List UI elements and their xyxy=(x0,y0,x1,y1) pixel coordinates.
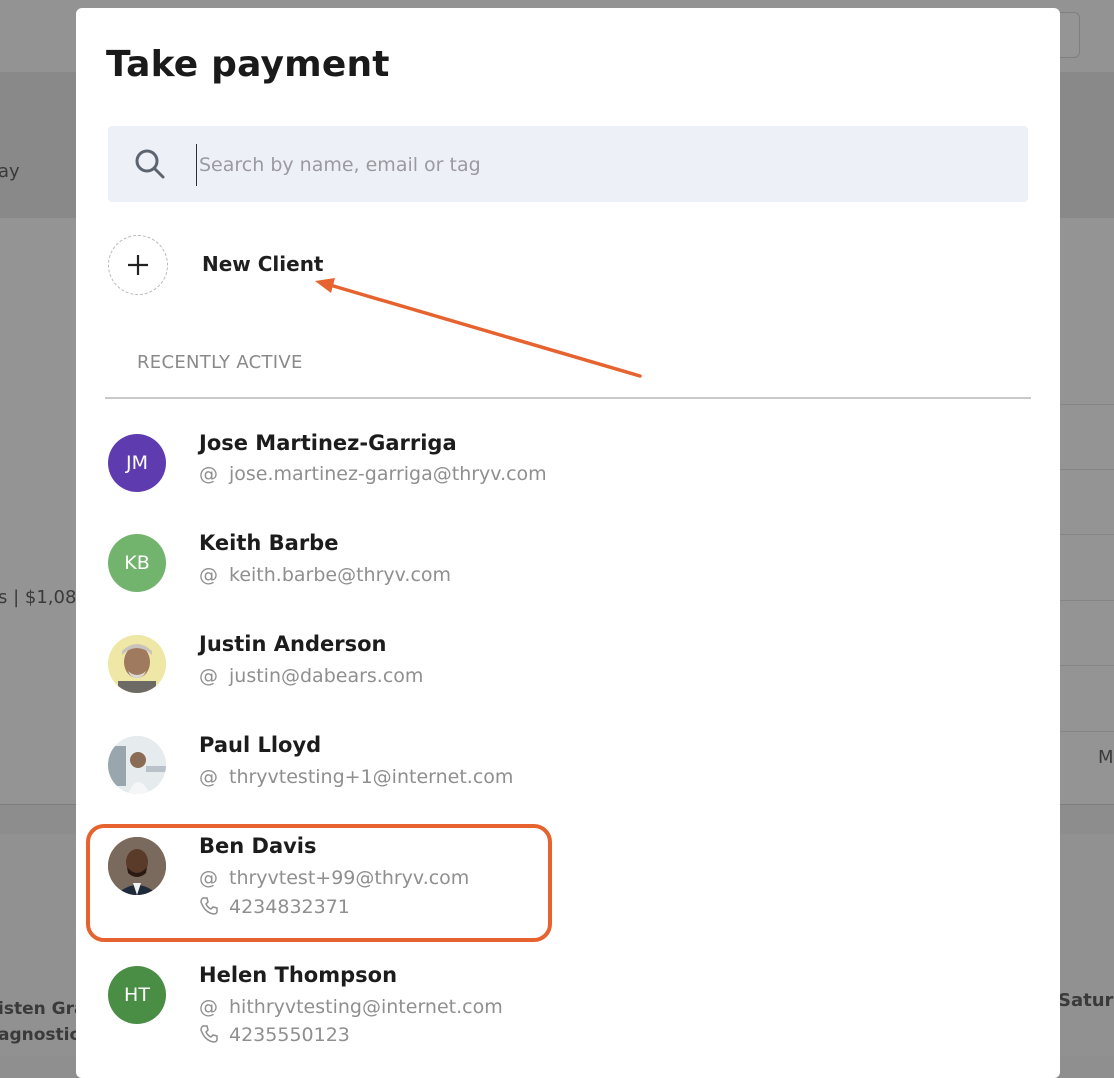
client-email: justin@dabears.com xyxy=(229,665,424,687)
avatar: JM xyxy=(108,434,166,492)
avatar: HT xyxy=(108,966,166,1024)
at-icon: @ xyxy=(199,564,218,586)
plus-icon xyxy=(128,255,148,275)
new-client-label: New Client xyxy=(202,252,324,276)
at-icon: @ xyxy=(199,463,218,485)
new-client-button[interactable]: New Client xyxy=(108,235,368,297)
avatar-initials: KB xyxy=(124,552,150,574)
background-divider xyxy=(1058,534,1114,535)
avatar: KB xyxy=(108,534,166,592)
background-text: s | $1,08 xyxy=(0,587,77,608)
background-text: Satur xyxy=(1058,990,1114,1011)
client-email-line: @ hithryvtesting@internet.com xyxy=(199,996,503,1018)
new-client-circle xyxy=(108,235,168,295)
avatar-photo xyxy=(108,635,166,693)
client-email: hithryvtesting@internet.com xyxy=(229,996,503,1018)
section-divider xyxy=(105,397,1031,399)
client-email-line: @ justin@dabears.com xyxy=(199,665,423,687)
client-email-line: @ keith.barbe@thryv.com xyxy=(199,564,451,586)
background-divider xyxy=(1058,731,1114,732)
client-name: Jose Martinez-Garriga xyxy=(199,431,457,455)
client-name: Keith Barbe xyxy=(199,531,339,555)
avatar-initials: JM xyxy=(126,452,148,474)
annotation-highlight-box xyxy=(86,824,552,942)
search-bar xyxy=(108,126,1028,202)
client-phone: 4235550123 xyxy=(229,1024,350,1046)
client-email: jose.martinez-garriga@thryv.com xyxy=(229,463,547,485)
client-name: Helen Thompson xyxy=(199,963,398,987)
search-input[interactable] xyxy=(196,144,1001,186)
background-divider xyxy=(1058,665,1114,666)
recently-active-heading: RECENTLY ACTIVE xyxy=(137,352,303,373)
avatar-initials: HT xyxy=(124,984,150,1006)
background-divider xyxy=(1058,600,1114,601)
background-text: ay xyxy=(0,161,20,182)
phone-icon xyxy=(199,1024,221,1046)
modal-title: Take payment xyxy=(106,44,390,85)
background-text: agnostic xyxy=(0,1025,80,1045)
avatar-photo xyxy=(108,736,166,794)
client-phone-line: 4235550123 xyxy=(199,1024,350,1046)
client-email: keith.barbe@thryv.com xyxy=(229,564,452,586)
client-name: Justin Anderson xyxy=(199,632,387,656)
client-email: thryvtesting+1@internet.com xyxy=(229,766,514,788)
client-name: Paul Lloyd xyxy=(199,733,322,757)
client-email-line: @ jose.martinez-garriga@thryv.com xyxy=(199,463,547,485)
search-icon xyxy=(135,149,165,179)
client-email-line: @ thryvtesting+1@internet.com xyxy=(199,766,513,788)
background-divider xyxy=(1058,469,1114,470)
background-text: M xyxy=(1098,747,1114,768)
background-divider xyxy=(1058,404,1114,405)
at-icon: @ xyxy=(199,996,218,1018)
at-icon: @ xyxy=(199,665,218,687)
at-icon: @ xyxy=(199,766,218,788)
background-text: isten Gra xyxy=(0,999,86,1019)
